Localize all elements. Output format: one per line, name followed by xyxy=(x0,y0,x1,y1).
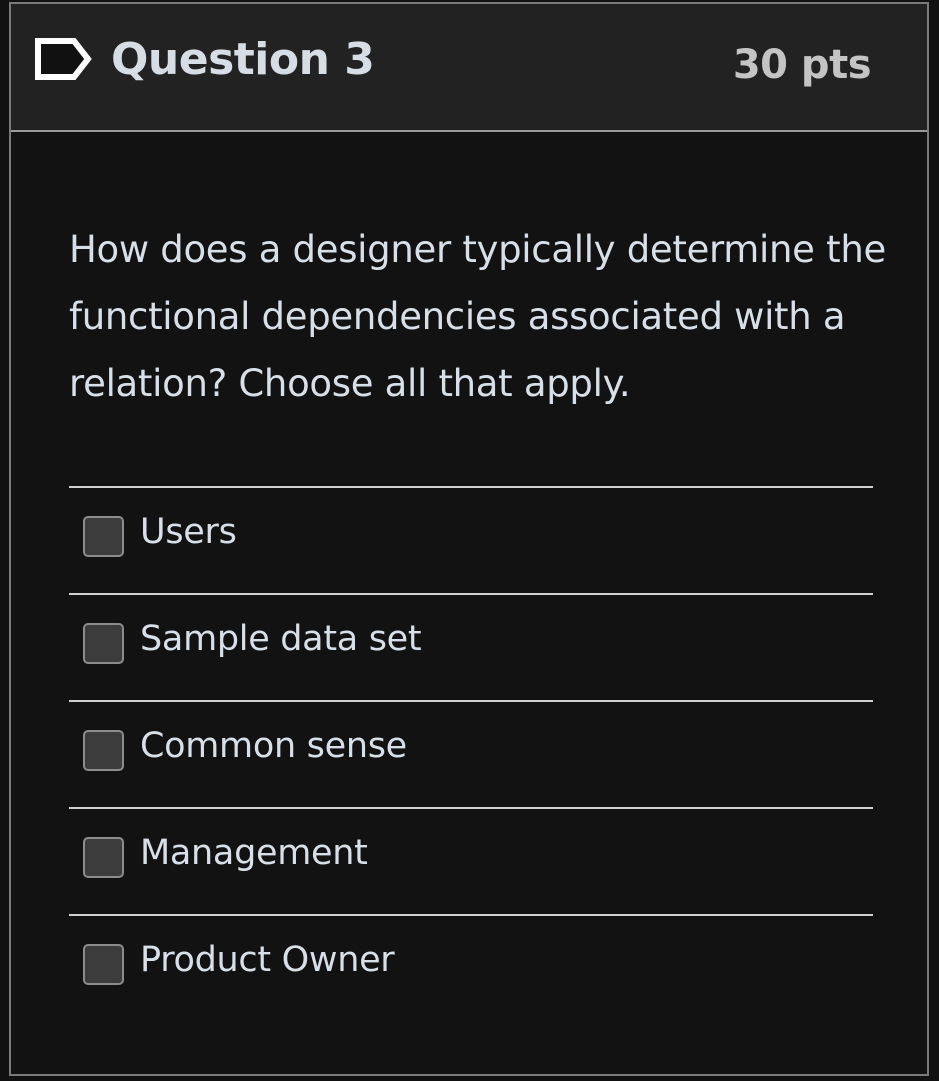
answer-checkbox[interactable] xyxy=(83,623,124,664)
question-points: 30 pts xyxy=(732,42,872,88)
question-header: Question 3 30 pts xyxy=(11,4,927,132)
answer-label: Product Owner xyxy=(140,940,395,980)
answer-option[interactable]: Users xyxy=(69,486,873,593)
answer-option[interactable]: Common sense xyxy=(69,700,873,807)
answer-option[interactable]: Product Owner xyxy=(69,914,873,1021)
question-title: Question 3 xyxy=(111,34,375,85)
answer-label: Sample data set xyxy=(140,619,422,659)
answer-option[interactable]: Management xyxy=(69,807,873,914)
answer-label: Management xyxy=(140,833,368,873)
answer-label: Common sense xyxy=(140,726,407,766)
answer-checkbox[interactable] xyxy=(83,516,124,557)
answer-list: Users Sample data set Common sense Manag… xyxy=(69,486,873,1021)
answer-checkbox[interactable] xyxy=(83,837,124,878)
answer-checkbox[interactable] xyxy=(83,730,124,771)
question-card: Question 3 30 pts How does a designer ty… xyxy=(9,2,929,1076)
flag-icon[interactable] xyxy=(34,37,94,81)
answer-option[interactable]: Sample data set xyxy=(69,593,873,700)
question-text: How does a designer typically determine … xyxy=(69,228,886,405)
answer-checkbox[interactable] xyxy=(83,944,124,985)
answer-label: Users xyxy=(140,512,237,552)
